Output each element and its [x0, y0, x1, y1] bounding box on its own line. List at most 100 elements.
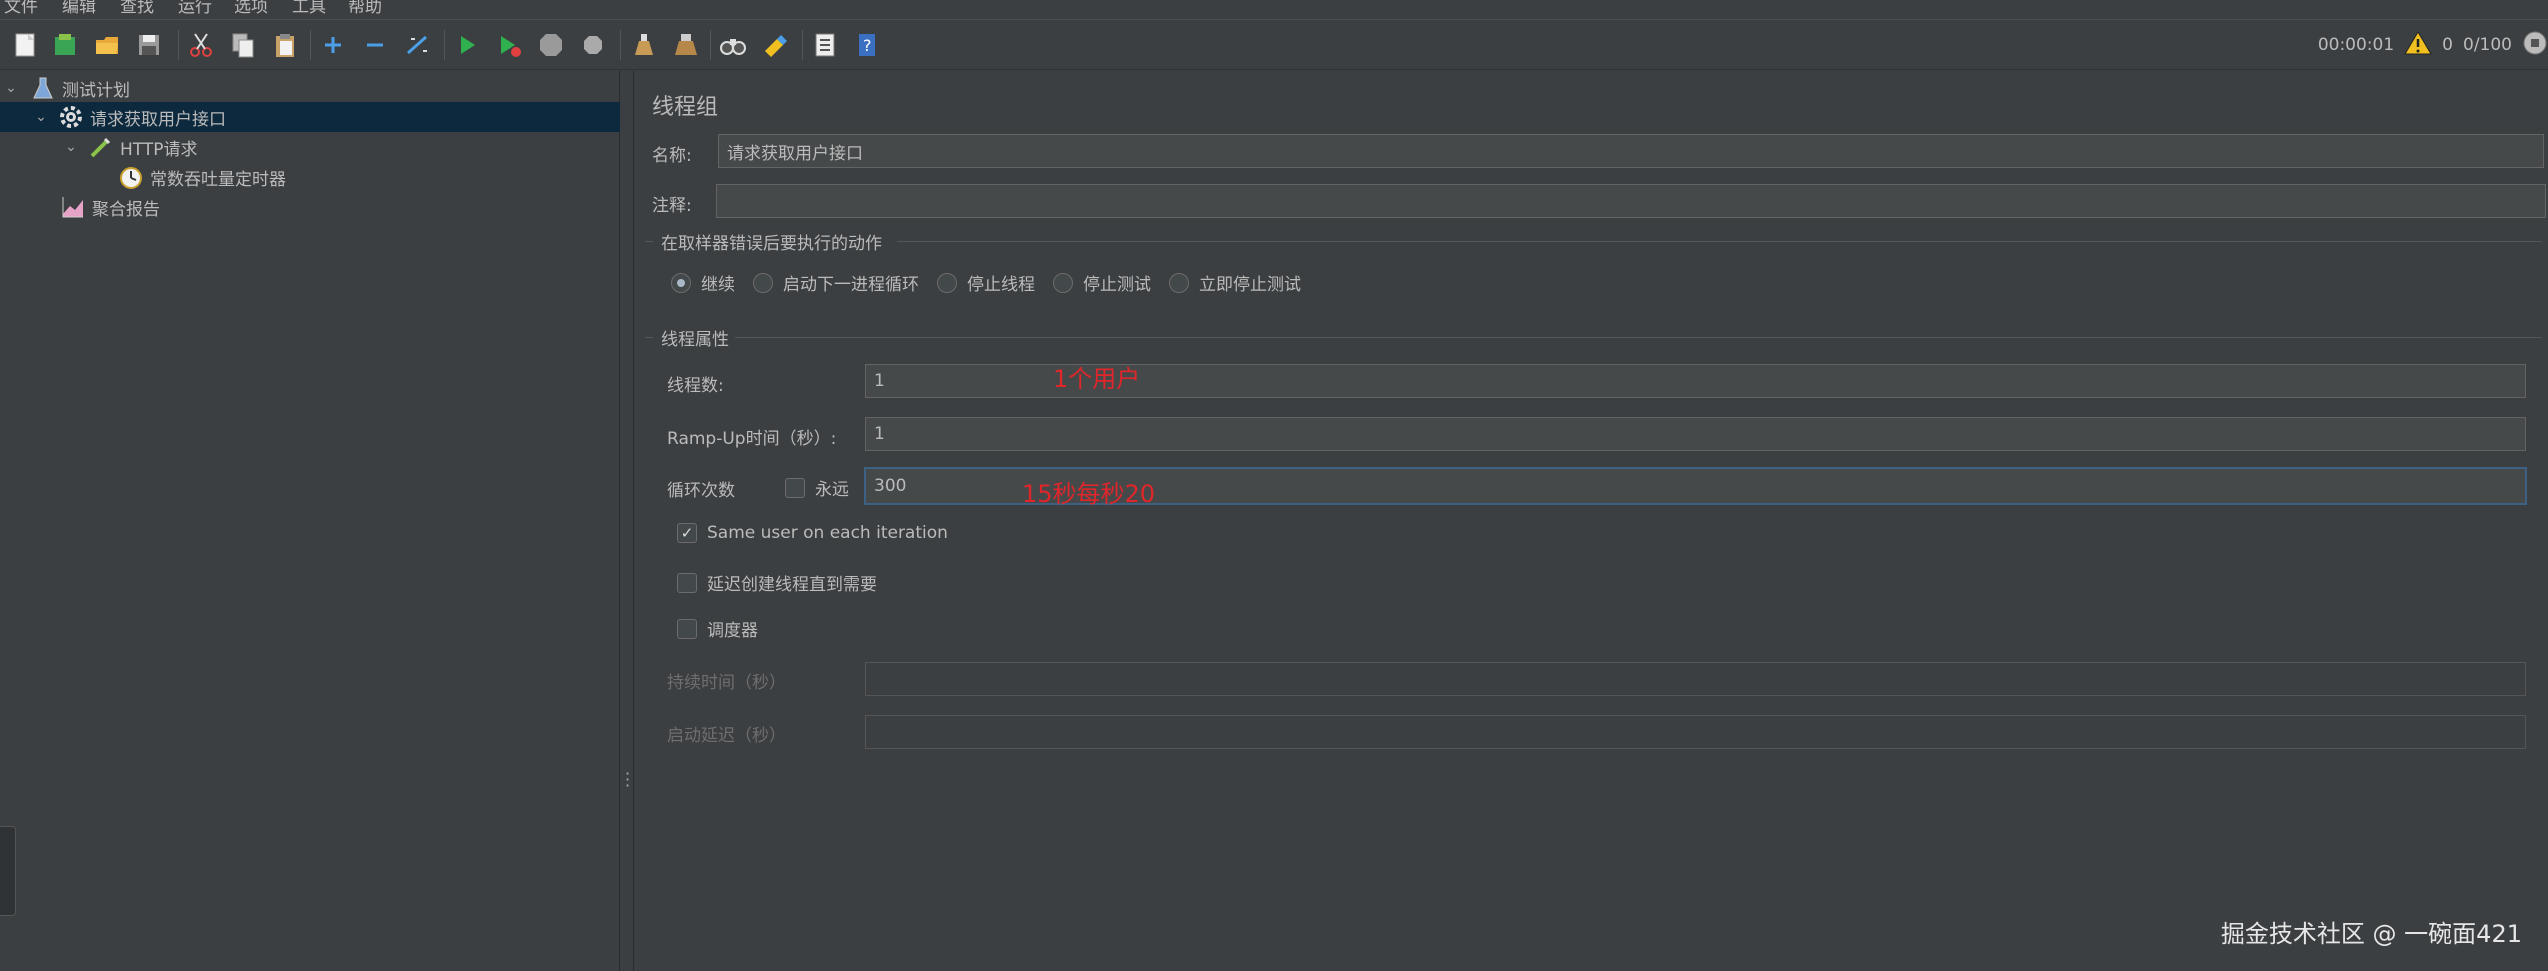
add-icon[interactable] — [316, 28, 350, 62]
group-border — [645, 241, 653, 242]
clear-all-icon[interactable] — [668, 28, 702, 62]
menu-run[interactable]: 运行 — [178, 0, 212, 17]
loop-count-label: 循环次数 — [667, 481, 735, 501]
forever-checkbox[interactable] — [785, 477, 805, 498]
search-icon[interactable] — [716, 28, 750, 62]
name-field[interactable]: 请求获取用户接口 — [718, 134, 2544, 168]
tree-item-label: 聚合报告 — [92, 199, 160, 220]
radio-stop-thread[interactable]: 停止线程 — [937, 270, 1035, 295]
pipette-icon — [88, 134, 114, 160]
start-icon[interactable] — [450, 28, 484, 62]
tree-item-aggregate-report[interactable]: 聚合报告 — [0, 192, 620, 222]
menu-tools[interactable]: 工具 — [292, 0, 326, 17]
elapsed-time: 00:00:01 — [2317, 35, 2395, 55]
toolbar-separator — [802, 30, 803, 60]
same-user-row[interactable]: ✓ Same user on each iteration — [677, 523, 948, 543]
function-helper-icon[interactable] — [808, 28, 842, 62]
rampup-field[interactable]: 1 — [865, 417, 2526, 451]
gear-icon — [58, 104, 84, 130]
radio-stop-test[interactable]: 停止测试 — [1053, 270, 1151, 295]
same-user-label: Same user on each iteration — [707, 523, 948, 543]
same-user-checkbox[interactable]: ✓ — [677, 523, 697, 543]
menu-edit[interactable]: 编辑 — [62, 0, 96, 17]
startup-delay-field[interactable] — [865, 715, 2526, 749]
name-label: 名称: — [652, 146, 692, 166]
tree-item-label: HTTP请求 — [120, 139, 198, 160]
warning-icon[interactable] — [2404, 30, 2433, 61]
chevron-down-icon[interactable]: ⌄ — [60, 139, 82, 155]
help-icon[interactable]: ? — [850, 28, 884, 62]
loop-annotation: 15秒每秒20 — [1022, 480, 1156, 508]
scheduler-checkbox[interactable] — [677, 618, 697, 639]
status-area: 00:00:01 0 0/100 — [2318, 20, 2548, 70]
side-memory-widget[interactable] — [0, 826, 16, 916]
tree-item-test-plan[interactable]: ⌄ 测试计划 — [0, 73, 620, 103]
tree-item-thread-group[interactable]: ⌄ 请求获取用户接口 — [0, 102, 620, 132]
group-border — [645, 337, 653, 338]
radio-start-next-loop[interactable]: 启动下一进程循环 — [753, 270, 919, 295]
toolbar: ? 00:00:01 0 0/100 — [0, 20, 2548, 70]
radio-stop-test-now[interactable]: 立即停止测试 — [1169, 270, 1301, 295]
chevron-down-icon[interactable]: ⌄ — [0, 80, 22, 96]
cut-icon[interactable] — [184, 28, 218, 62]
duration-field[interactable] — [865, 662, 2526, 696]
tree-item-timer[interactable]: 常数吞吐量定时器 — [0, 162, 620, 192]
radio-button[interactable] — [753, 272, 773, 293]
templates-icon[interactable] — [48, 28, 82, 62]
duration-label: 持续时间（秒） — [667, 673, 786, 693]
chart-icon — [60, 194, 86, 220]
forever-label: 永远 — [815, 480, 849, 500]
radio-label: 立即停止测试 — [1199, 275, 1301, 295]
start-no-pause-icon[interactable] — [492, 28, 526, 62]
paste-icon[interactable] — [268, 28, 302, 62]
rampup-label: Ramp-Up时间（秒）: — [667, 429, 837, 449]
toolbar-separator — [620, 30, 621, 60]
thread-count: 0/100 — [2463, 35, 2512, 55]
save-icon[interactable] — [132, 28, 166, 62]
radio-button[interactable] — [1053, 272, 1073, 293]
delay-thread-creation-checkbox[interactable] — [677, 572, 697, 593]
page-title: 线程组 — [652, 95, 719, 120]
menu-help[interactable]: 帮助 — [348, 0, 382, 17]
radio-button[interactable] — [937, 272, 957, 293]
menu-bar: 文件 编辑 查找 运行 选项 工具 帮助 — [0, 0, 2548, 20]
radio-label: 启动下一进程循环 — [783, 275, 919, 295]
menu-file[interactable]: 文件 — [4, 0, 38, 17]
split-pane-divider[interactable]: · · · — [620, 71, 634, 971]
scheduler-row[interactable]: 调度器 — [677, 616, 758, 641]
clear-icon[interactable] — [626, 28, 660, 62]
shutdown-icon[interactable] — [576, 28, 610, 62]
threads-label: 线程数: — [667, 376, 724, 396]
remove-icon[interactable] — [358, 28, 392, 62]
running-indicator-icon — [2522, 30, 2548, 61]
test-plan-icon — [30, 75, 56, 101]
radio-label: 停止测试 — [1083, 275, 1151, 295]
radio-button[interactable] — [1169, 272, 1189, 293]
error-action-radio-group: 继续 启动下一进程循环 停止线程 停止测试 立即停止测试 — [671, 270, 1319, 295]
chevron-down-icon[interactable]: ⌄ — [30, 109, 52, 125]
menu-options[interactable]: 选项 — [234, 0, 268, 17]
drag-handle-icon[interactable]: · · · — [625, 766, 630, 794]
forever-checkbox-row[interactable]: 永远 — [785, 475, 849, 500]
menu-search[interactable]: 查找 — [120, 0, 154, 17]
test-plan-tree: ⌄ 测试计划 ⌄ 请求获取用户接口 ⌄ HTTP请求 常数吞吐量定时器 聚合报告 — [0, 71, 620, 971]
radio-continue[interactable]: 继续 — [671, 270, 735, 295]
copy-icon[interactable] — [226, 28, 260, 62]
toggle-icon[interactable] — [400, 28, 434, 62]
radio-button[interactable] — [671, 272, 691, 293]
tree-item-label: 常数吞吐量定时器 — [150, 169, 286, 190]
group-border — [897, 241, 2542, 242]
comment-field[interactable] — [716, 184, 2546, 218]
svg-text:?: ? — [863, 36, 872, 55]
delay-thread-creation-row[interactable]: 延迟创建线程直到需要 — [677, 570, 877, 595]
toolbar-separator — [310, 30, 311, 60]
new-icon[interactable] — [8, 28, 42, 62]
reset-search-icon[interactable] — [758, 28, 792, 62]
tree-item-http-request[interactable]: ⌄ HTTP请求 — [0, 132, 620, 162]
stop-icon[interactable] — [534, 28, 568, 62]
radio-label: 继续 — [701, 275, 735, 295]
toolbar-separator — [178, 30, 179, 60]
thread-properties-group-title: 线程属性 — [661, 330, 729, 350]
toolbar-separator — [444, 30, 445, 60]
open-icon[interactable] — [90, 28, 124, 62]
